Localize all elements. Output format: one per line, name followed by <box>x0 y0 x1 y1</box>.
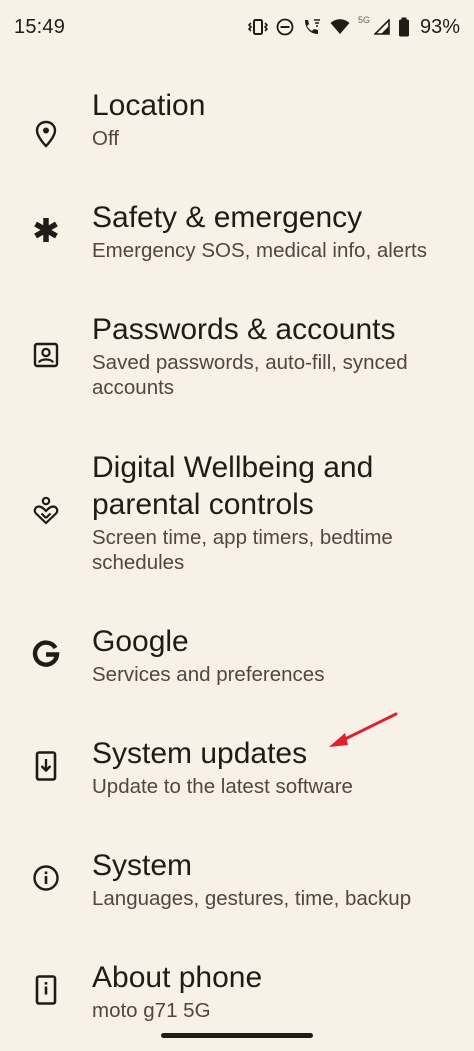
status-time: 15:49 <box>14 15 66 38</box>
wifi-icon <box>330 19 350 34</box>
setting-title: Safety & emergency <box>92 201 363 234</box>
vibrate-icon <box>247 19 268 35</box>
wifi-call-icon <box>304 19 320 34</box>
google-g-icon <box>30 638 62 670</box>
location-pin-icon <box>30 118 62 150</box>
setting-system[interactable]: System Languages, gestures, time, backup <box>0 844 474 944</box>
info-icon <box>30 862 62 894</box>
setting-title: System <box>92 849 193 882</box>
account-box-icon <box>30 339 62 371</box>
setting-title: About phone <box>92 961 263 994</box>
wellbeing-icon <box>30 495 62 527</box>
setting-system-updates[interactable]: System updates Update to the latest soft… <box>0 732 474 832</box>
phone-info-icon <box>30 974 62 1006</box>
network-type: 5G <box>357 15 370 25</box>
setting-passwords-accounts[interactable]: Passwords & accounts Saved passwords, au… <box>0 308 474 428</box>
setting-subtitle: Languages, gestures, time, backup <box>92 887 412 910</box>
system-update-icon <box>30 750 62 782</box>
asterisk-icon <box>30 214 62 246</box>
setting-subtitle: moto g71 5G <box>92 999 211 1022</box>
setting-subtitle: Saved passwords, auto-fill, synced accou… <box>92 351 408 399</box>
setting-subtitle: Off <box>92 127 119 150</box>
status-icons: 5G 93% <box>247 15 460 39</box>
setting-google[interactable]: Google Services and preferences <box>0 620 474 720</box>
setting-subtitle: Screen time, app timers, bedtime schedul… <box>92 526 393 574</box>
battery-icon <box>398 17 409 37</box>
setting-safety-emergency[interactable]: Safety & emergency Emergency SOS, medica… <box>0 196 474 296</box>
setting-location[interactable]: Location Off <box>0 84 474 184</box>
setting-subtitle: Emergency SOS, medical info, alerts <box>92 239 427 262</box>
gesture-nav-handle[interactable] <box>161 1033 313 1038</box>
battery-percent: 93% <box>419 15 460 38</box>
setting-title: Digital Wellbeing and parental controls <box>92 451 374 521</box>
setting-title: Passwords & accounts <box>92 313 396 346</box>
status-bar: 15:49 5G 93% <box>0 0 474 54</box>
setting-subtitle: Update to the latest software <box>92 775 353 798</box>
setting-digital-wellbeing[interactable]: Digital Wellbeing and parental controls … <box>0 446 474 586</box>
annotation-arrow-icon <box>329 712 398 747</box>
do-not-disturb-icon <box>276 18 294 36</box>
setting-title: Location <box>92 89 206 122</box>
setting-title: Google <box>92 625 189 658</box>
signal-icon <box>373 19 390 35</box>
setting-subtitle: Services and preferences <box>92 663 325 686</box>
